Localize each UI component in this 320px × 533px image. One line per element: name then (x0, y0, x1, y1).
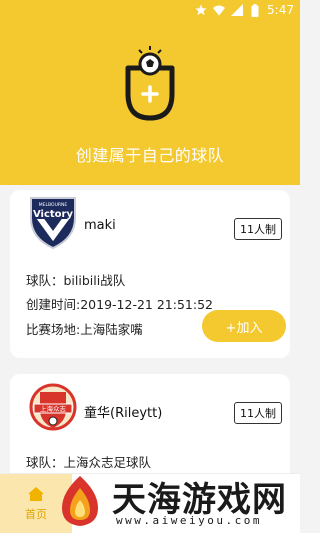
hero-banner: 创建属于自己的球队 (0, 20, 300, 185)
badge-subtext: MELBOURNE (39, 202, 68, 208)
status-bar: 5:47 (0, 0, 300, 20)
hero-slogan: 创建属于自己的球队 (75, 146, 225, 165)
shield-ball-plus-icon[interactable] (119, 42, 181, 124)
site-watermark: 天海游戏网 www.aiweiyou.com (40, 470, 295, 530)
wifi-icon (213, 4, 226, 16)
created-time: 创建时间:2019-12-21 21:51:52 (26, 297, 213, 312)
signal-icon (231, 4, 244, 16)
team-card[interactable]: 上海众志 童华(Rileytt) 11人制 球队：上海众志足球队 (10, 374, 290, 484)
star-icon (195, 4, 207, 16)
join-button[interactable]: +加入 (202, 310, 286, 342)
team-name: 童华(Rileytt) (84, 406, 163, 421)
battery-icon (249, 3, 261, 17)
team-label: 球队：bilibili战队 (26, 273, 126, 288)
badge-text: Victory (33, 209, 74, 220)
badge-text: 上海众志 (40, 404, 67, 413)
team-badge: 上海众志 (28, 380, 78, 434)
team-card[interactable]: MELBOURNE Victory maki 11人制 球队：bilibili战… (10, 190, 290, 358)
format-tag: 11人制 (234, 218, 282, 240)
watermark-url: www.aiweiyou.com (116, 514, 262, 527)
format-tag: 11人制 (234, 402, 282, 424)
status-time: 5:47 (267, 3, 294, 17)
team-label: 球队：上海众志足球队 (26, 455, 152, 470)
venue: 比赛场地:上海陆家嘴 (26, 322, 143, 337)
team-badge: MELBOURNE Victory (28, 196, 78, 250)
watermark-logo-icon (52, 472, 108, 528)
team-name: maki (84, 218, 116, 233)
